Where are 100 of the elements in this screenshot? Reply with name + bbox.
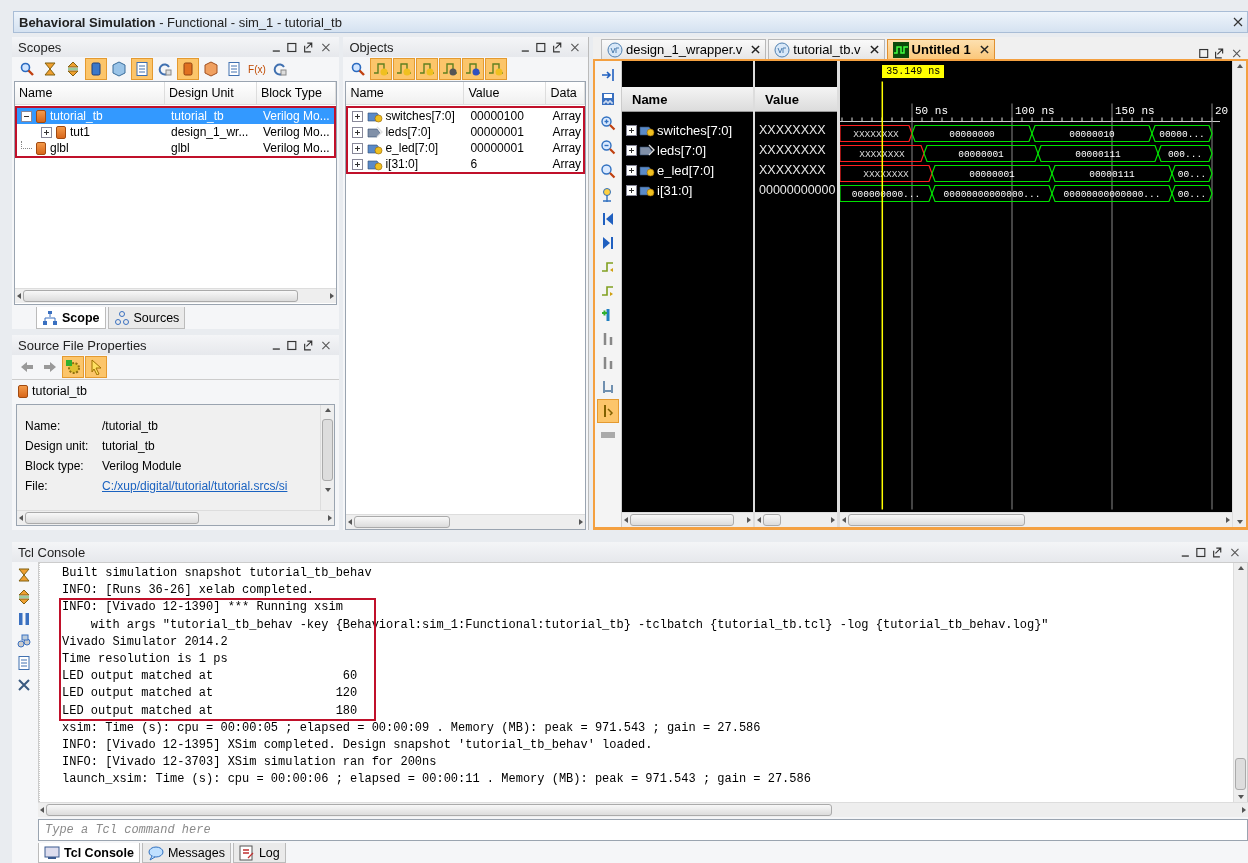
console-line: LED output matched at 60 (62, 668, 359, 686)
signal-tool-button[interactable] (393, 58, 416, 80)
signal-name: i[31:0] (657, 182, 693, 198)
collapse-icon (42, 61, 58, 77)
expand-toggle[interactable] (626, 124, 637, 136)
snap-tool-button[interactable] (597, 399, 619, 423)
file-link[interactable]: C:/xup/digital/tutorial/tutorial.srcs/si (102, 479, 321, 493)
column-header[interactable]: Value (464, 82, 547, 104)
pointer-tool-button[interactable] (85, 356, 107, 378)
expand-toggle[interactable] (352, 142, 364, 154)
panel-tab[interactable]: Tcl Console (38, 843, 140, 863)
column-header[interactable]: Block Type (257, 82, 337, 104)
document-icon (226, 61, 242, 77)
panel-title: Source File Properties (18, 337, 147, 353)
horizontal-scrollbar[interactable] (15, 288, 337, 303)
column-header[interactable]: Data (546, 82, 585, 104)
console-line: xsim: Time (s): cpu = 00:00:05 ; elapsed = 00:00:09 . Memory (MB): peak = 971.543 ; gain = 27.586 (62, 719, 762, 737)
console-line: INFO: [Runs 36-26] xelab completed. (62, 582, 316, 600)
scope-row[interactable]: tut1 design_1_wr... Verilog Mo... (17, 124, 335, 140)
expand-toggle[interactable] (352, 158, 364, 170)
listing-tool-button[interactable] (131, 58, 153, 80)
ruler-tick (1071, 117, 1073, 122)
cursor-time: 35.149 ns (882, 65, 945, 78)
next-edge-icon (600, 283, 616, 299)
module-tool-button[interactable] (85, 58, 107, 80)
close-icon[interactable] (1233, 17, 1243, 27)
horizontal-scrollbar[interactable] (622, 512, 753, 527)
property-value: /tutorial_tb (102, 419, 160, 433)
expand-toggle[interactable] (626, 164, 637, 176)
chip-icon (88, 61, 104, 77)
editor-tab[interactable]: tutorial_tb.v (768, 39, 885, 59)
expand-toggle[interactable] (352, 126, 364, 138)
signal-tool-button[interactable] (416, 58, 439, 80)
column-header[interactable]: Name (15, 82, 165, 104)
signal-value: XXXXXXXX (759, 123, 826, 137)
log-icon (238, 844, 255, 861)
box-icon (203, 61, 219, 77)
scope-name: tut1 (70, 125, 90, 139)
expand-toggle[interactable] (41, 126, 52, 138)
horizontal-scrollbar[interactable] (17, 510, 335, 525)
bus-value: 00000111 (1075, 149, 1121, 160)
ruler-tick (1001, 117, 1003, 122)
block-tool-button[interactable] (177, 58, 199, 80)
function-tool-button[interactable]: F(x) (246, 58, 268, 80)
ruler-tick (1101, 117, 1103, 122)
collapse-toggle[interactable] (21, 110, 32, 122)
variable-tool-button[interactable] (485, 58, 508, 80)
speech-bubble-icon (147, 844, 164, 861)
panel-title: Objects (349, 39, 394, 55)
ruler-tick (961, 117, 963, 122)
panel-tab[interactable]: Messages (141, 843, 231, 863)
ruler-tick (901, 117, 903, 122)
object-name: tutorial_tb (32, 384, 87, 398)
console-line: launch_xsim: Time (s): cpu = 00:00:06 ; elapsed = 00:00:11 . Memory (MB): peak = 971.543 ; gain = 27.586 (62, 771, 812, 789)
column-header[interactable]: Name (346, 82, 465, 104)
horizontal-scrollbar[interactable] (38, 802, 1248, 817)
ruler-tick (1051, 117, 1053, 122)
vertical-scrollbar[interactable] (1233, 563, 1247, 802)
object-name: i[31:0] (385, 157, 419, 171)
horizontal-scrollbar[interactable] (840, 512, 1232, 527)
signal-tool-button[interactable] (370, 58, 393, 80)
ruler-tick (1141, 117, 1143, 122)
horizontal-scrollbar[interactable] (755, 512, 837, 527)
pause-icon (16, 611, 32, 627)
close-icon[interactable] (979, 45, 989, 54)
vertical-scrollbar[interactable] (1232, 61, 1246, 527)
binoculars-icon (16, 633, 32, 649)
vertical-scrollbar[interactable] (320, 405, 335, 510)
object-name: e_led[7:0] (385, 141, 439, 155)
close-icon[interactable] (869, 45, 879, 54)
expand-toggle[interactable] (626, 184, 637, 196)
expand-toggle[interactable] (352, 110, 364, 122)
column-header[interactable]: Name (632, 91, 668, 107)
panel-tab[interactable]: Scope (36, 307, 106, 329)
editor-tab[interactable]: design_1_wrapper.v (601, 39, 767, 59)
waveform-icon (892, 41, 909, 58)
object-name: leds[7:0] (385, 125, 431, 139)
console-line: INFO: [Vivado 12-1395] XSim completed. Design snapshot 'tutorial_tb_behav' loaded. (62, 736, 654, 754)
probe-tool-button[interactable] (439, 58, 462, 80)
console-line: Time resolution is 1 ps (62, 650, 229, 668)
horizontal-scrollbar[interactable] (346, 514, 585, 529)
column-header[interactable]: Design Unit (165, 82, 257, 104)
panel-tab[interactable]: Log (232, 843, 286, 863)
window-controls-icon[interactable] (1180, 546, 1242, 558)
block-icon (180, 61, 196, 77)
window-controls-icon[interactable] (520, 41, 582, 53)
expand-toggle[interactable] (626, 144, 637, 156)
ruler-tick (1131, 117, 1133, 122)
constant-tool-button[interactable] (462, 58, 485, 80)
signal-icon (367, 109, 384, 123)
window-controls-icon[interactable] (1198, 48, 1242, 59)
search-icon (19, 61, 35, 77)
panel-tab[interactable]: Sources (107, 307, 186, 329)
editor-tab[interactable]: Untitled 1 (886, 39, 995, 59)
scope-row[interactable]: glbl glbl Verilog Mo... (17, 140, 335, 156)
close-icon[interactable] (751, 45, 761, 54)
gear-tool-button[interactable] (62, 356, 84, 378)
ruler-tick (1171, 117, 1173, 122)
tcl-command-field[interactable]: Type a Tcl command here (38, 819, 1248, 841)
document-icon (134, 61, 150, 77)
